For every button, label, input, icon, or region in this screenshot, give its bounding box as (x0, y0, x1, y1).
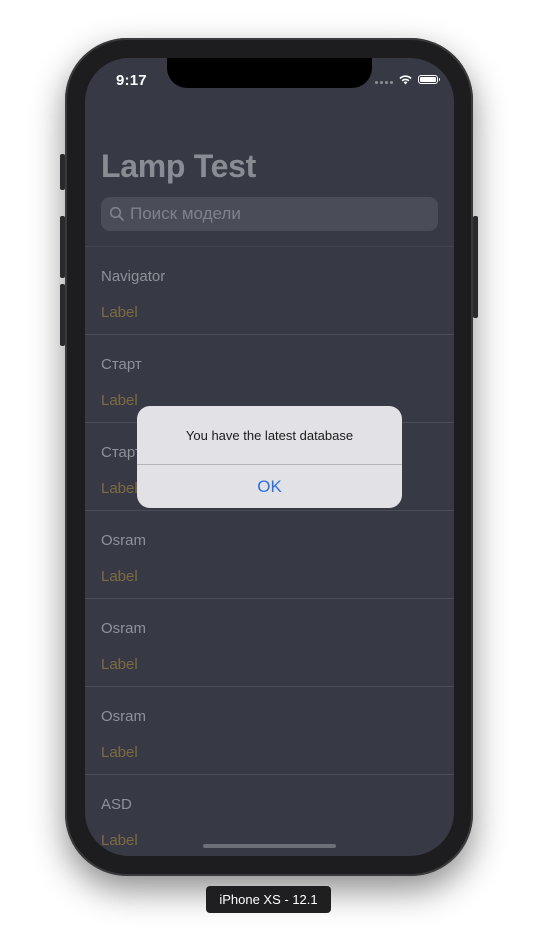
notch (167, 58, 372, 88)
list-item[interactable]: Osram Label (85, 687, 454, 775)
list-item-subtitle: Label (101, 656, 138, 673)
wifi-icon (399, 75, 412, 85)
search-bar[interactable] (101, 197, 438, 231)
list-item-title: Старт (101, 444, 142, 461)
list-item-subtitle: Label (101, 392, 138, 409)
list-item-title: Osram (101, 708, 146, 725)
list-item-subtitle: Label (101, 480, 138, 497)
search-icon (109, 206, 124, 221)
list-item-title: Osram (101, 532, 146, 549)
list-item-subtitle: Label (101, 832, 138, 849)
list-item[interactable]: Osram Label (85, 599, 454, 687)
list-item-title: Старт (101, 356, 142, 373)
list-item[interactable]: Osram Label (85, 511, 454, 599)
status-icons (375, 74, 440, 85)
power-button (473, 216, 478, 318)
mute-switch (60, 154, 65, 190)
list-item-subtitle: Label (101, 304, 138, 321)
battery-icon (418, 75, 440, 84)
status-time: 9:17 (116, 72, 147, 89)
volume-up-button (60, 216, 65, 278)
alert-dialog: You have the latest database OK (137, 406, 402, 508)
device-label: iPhone XS - 12.1 (206, 886, 331, 913)
signal-icon (375, 76, 393, 84)
alert-message: You have the latest database (185, 428, 354, 443)
list-item-title: Navigator (101, 268, 166, 285)
page-title: Lamp Test (101, 148, 256, 184)
list-item-subtitle: Label (101, 568, 138, 585)
ok-button[interactable]: OK (137, 465, 402, 508)
home-indicator[interactable] (203, 844, 336, 848)
list-item[interactable]: Navigator Label (85, 247, 454, 335)
volume-down-button (60, 284, 65, 346)
list-item-title: Osram (101, 620, 146, 637)
search-input[interactable] (130, 204, 438, 224)
list-item-title: ASD (101, 796, 132, 813)
list-item-subtitle: Label (101, 744, 138, 761)
lamp-list: Navigator Label Старт Label Старт Label … (85, 246, 454, 856)
